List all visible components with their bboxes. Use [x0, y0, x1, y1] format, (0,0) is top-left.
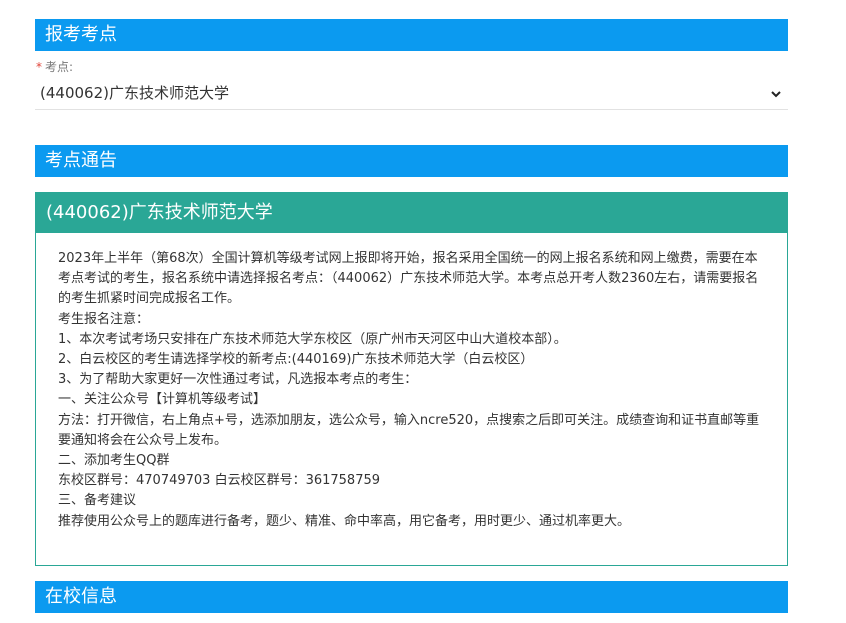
notice-body: 2023年上半年（第68次）全国计算机等级考试网上报即将开始，报名采用全国统一的… [36, 233, 787, 532]
notice-line: 方法：打开微信，右上角点+号，选添加朋友，选公众号，输入ncre520，点搜索之… [58, 412, 760, 448]
section-title: 考点通告 [45, 150, 117, 171]
selected-value: (440062)广东技术师范大学 [40, 84, 229, 102]
notice-title: (440062)广东技术师范大学 [36, 193, 787, 233]
notice-line: 一、关注公众号【计算机等级考试】 [58, 392, 267, 408]
notice-line: 推荐使用公众号上的题库进行备考，题少、精准、命中率高，用它备考，用时更少、通过机… [58, 513, 631, 529]
field-label-text: 考点: [45, 60, 74, 74]
notice-line: 2023年上半年（第68次）全国计算机等级考试网上报即将开始，报名采用全国统一的… [58, 251, 759, 307]
exam-site-select[interactable]: (440062)广东技术师范大学 [35, 77, 788, 110]
section-title: 在校信息 [45, 586, 117, 607]
notice-line: 三、备考建议 [58, 493, 137, 509]
notice-line: 考生报名注意： [58, 311, 150, 327]
section-header-school-info: 在校信息 [35, 581, 788, 613]
notice-line: 二、添加考生QQ群 [58, 453, 170, 469]
section-title: 报考考点 [45, 24, 117, 45]
chevron-down-icon [770, 77, 782, 110]
notice-line: 3、为了帮助大家更好一次性通过考试，凡选报本考点的考生： [58, 372, 418, 388]
section-header-exam-site: 报考考点 [35, 19, 788, 51]
notice-line: 东校区群号：470749703 白云校区群号：361758759 [58, 473, 381, 489]
required-mark: * [36, 60, 42, 74]
notice-line: 1、本次考试考场只安排在广东技术师范大学东校区（原广州市天河区中山大道校本部）。 [58, 331, 567, 347]
exam-site-label: * 考点: [36, 58, 73, 75]
notice-line: 2、白云校区的考生请选择学校的新考点:(440169)广东技术师范大学（白云校区… [58, 352, 534, 368]
notice-panel: (440062)广东技术师范大学 2023年上半年（第68次）全国计算机等级考试… [35, 192, 788, 566]
section-header-site-notice: 考点通告 [35, 145, 788, 177]
